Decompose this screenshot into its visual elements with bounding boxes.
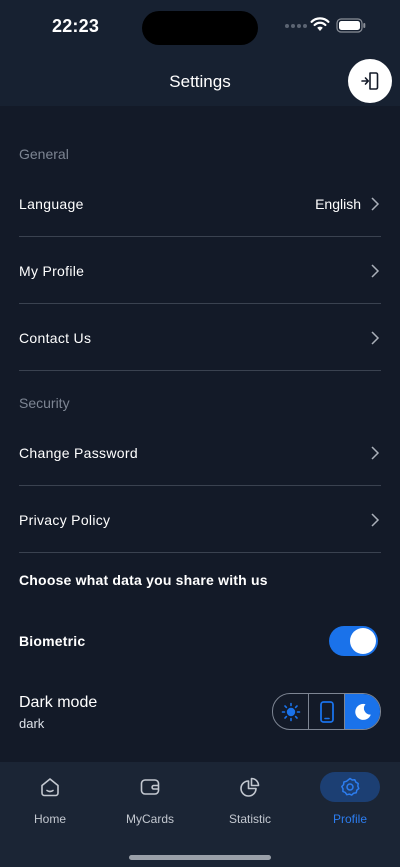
language-row[interactable]: Language English (19, 171, 381, 237)
bottom-tab-bar: Home MyCards Statistic Profile (0, 762, 400, 867)
my-profile-label: My Profile (19, 262, 85, 279)
wallet-icon (140, 779, 160, 795)
change-password-label: Change Password (19, 444, 138, 461)
logout-icon (361, 72, 379, 90)
tab-home-label: Home (33, 812, 66, 826)
sun-icon (281, 702, 300, 721)
biometric-toggle[interactable] (329, 626, 378, 656)
tab-statistic-label: Statistic (228, 812, 271, 826)
language-value: English (315, 195, 361, 212)
phone-icon (319, 700, 334, 723)
home-icon (41, 778, 59, 797)
tab-statistic[interactable]: Statistic (210, 772, 290, 832)
toggle-knob (350, 628, 376, 654)
battery-icon (336, 18, 366, 33)
status-time: 22:23 (52, 16, 100, 36)
biometric-label: Biometric (19, 633, 86, 649)
tab-home[interactable]: Home (10, 772, 90, 832)
chevron-right-icon (371, 445, 380, 460)
section-label-security: Security (19, 395, 70, 411)
theme-light-option[interactable] (273, 694, 309, 729)
page-title: Settings (169, 72, 231, 91)
dark-mode-value: dark (19, 716, 45, 731)
gear-icon (341, 777, 360, 796)
chevron-right-icon (371, 263, 380, 278)
dynamic-island (142, 11, 258, 45)
privacy-policy-row[interactable]: Privacy Policy (19, 487, 381, 553)
theme-system-option[interactable] (309, 694, 345, 729)
theme-segmented-control (272, 693, 381, 730)
change-password-row[interactable]: Change Password (19, 420, 381, 486)
cellular-signal-icon (285, 24, 307, 28)
tab-mycards-label: MyCards (125, 812, 174, 826)
dark-mode-label: Dark mode (19, 694, 98, 711)
pie-chart-icon (240, 777, 260, 797)
contact-us-label: Contact Us (19, 329, 92, 346)
chevron-right-icon (371, 512, 380, 527)
contact-us-row[interactable]: Contact Us (19, 305, 381, 371)
tab-profile-label: Profile (332, 812, 367, 826)
wifi-icon (310, 17, 330, 31)
logout-button[interactable] (348, 59, 392, 103)
status-bar: 22:23 (0, 0, 400, 54)
chevron-right-icon (371, 330, 380, 345)
section-label-general: General (19, 146, 69, 162)
home-indicator (129, 855, 271, 860)
theme-dark-option[interactable] (345, 694, 380, 729)
tab-mycards[interactable]: MyCards (110, 772, 190, 832)
privacy-policy-label: Privacy Policy (19, 511, 111, 528)
data-share-title: Choose what data you share with us (19, 572, 268, 588)
my-profile-row[interactable]: My Profile (19, 238, 381, 304)
tab-profile[interactable]: Profile (310, 772, 390, 832)
language-label: Language (19, 195, 84, 212)
chevron-right-icon (371, 196, 380, 211)
moon-icon (354, 703, 371, 720)
